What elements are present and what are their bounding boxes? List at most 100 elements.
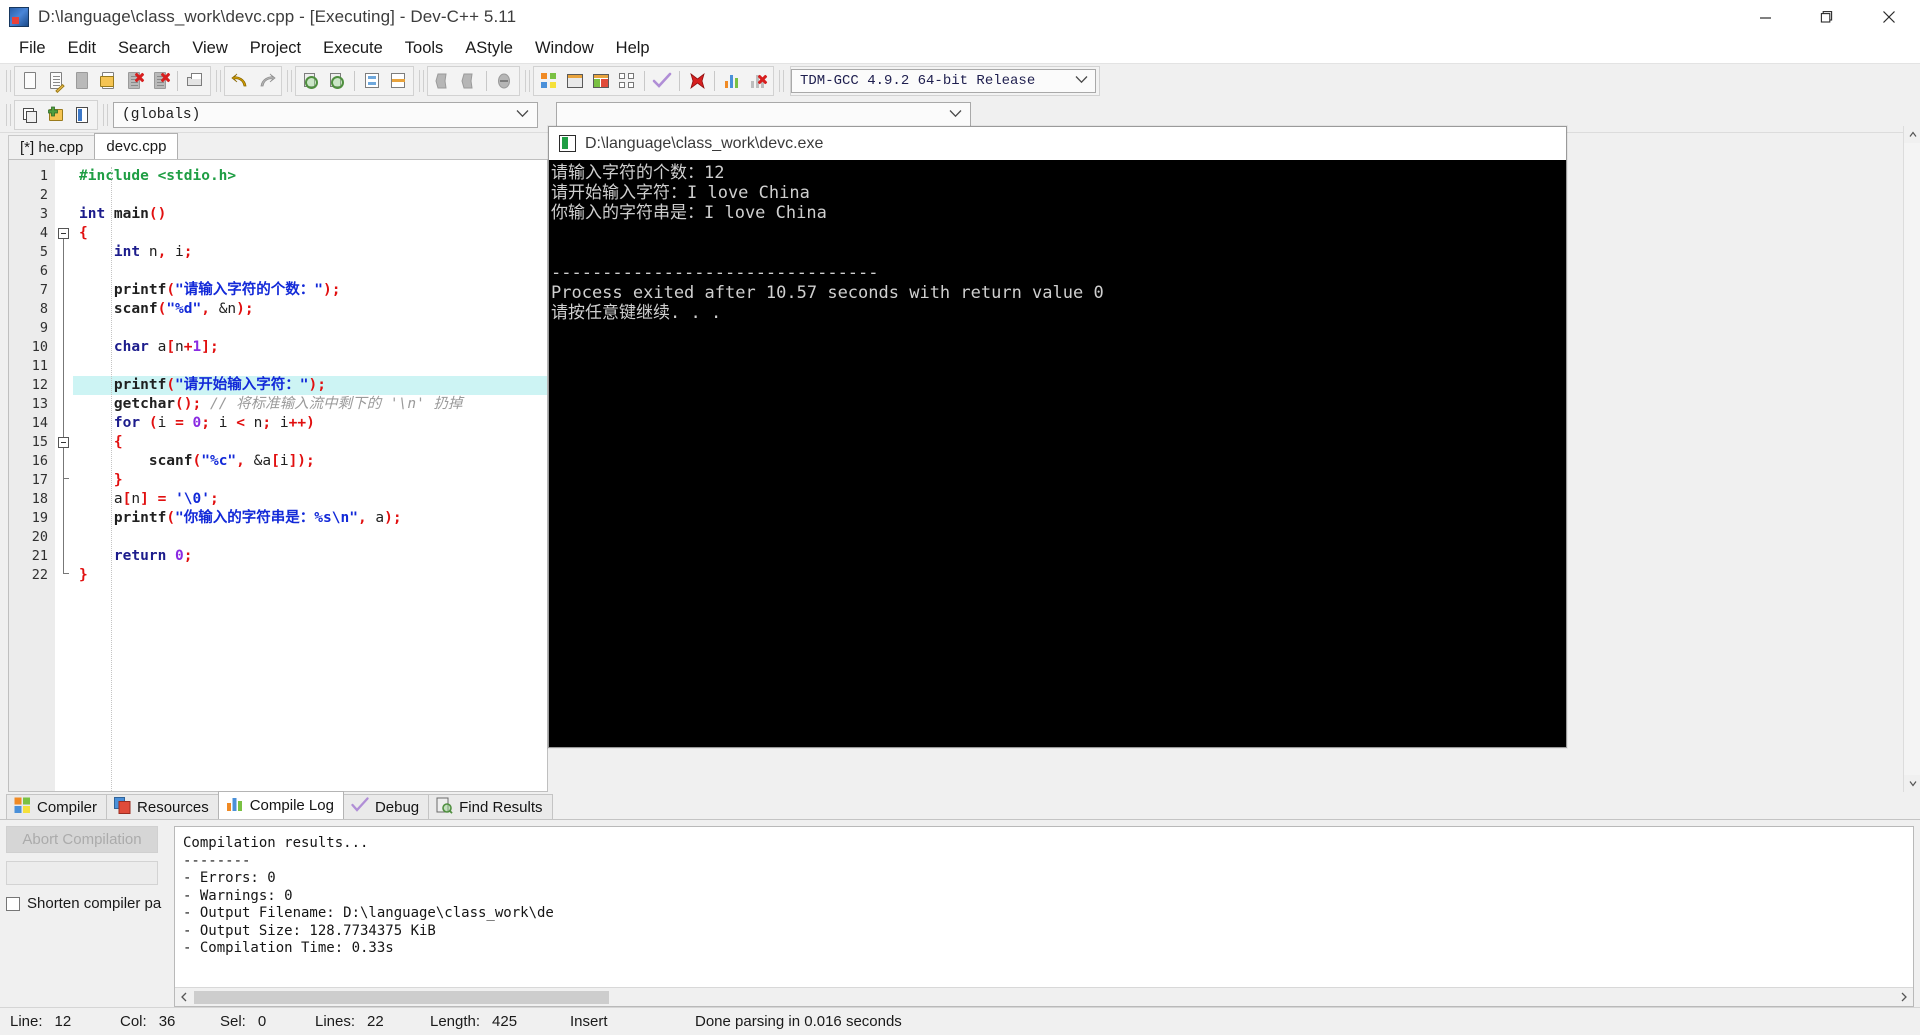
shorten-compiler-paths-row[interactable]: Shorten compiler pa [6, 895, 166, 912]
back-icon[interactable] [430, 68, 456, 94]
menu-item-file[interactable]: File [8, 37, 57, 60]
add-to-project-icon[interactable] [43, 102, 69, 128]
status-insert-mode[interactable]: Insert [560, 1013, 685, 1030]
code-line[interactable]: int main() [73, 205, 547, 224]
compile-run-icon[interactable] [588, 68, 614, 94]
save-file-icon[interactable] [69, 68, 95, 94]
code-line[interactable]: scanf("%d", &n); [73, 300, 547, 319]
compile-log-output[interactable]: Compilation results... -------- - Errors… [174, 826, 1914, 1007]
syntax-check-icon[interactable] [649, 68, 675, 94]
menu-item-project[interactable]: Project [239, 37, 312, 60]
menu-item-edit[interactable]: Edit [57, 37, 107, 60]
toolbar-grip-6[interactable] [779, 69, 784, 92]
maximize-button[interactable] [1796, 0, 1858, 34]
code-line[interactable]: printf("请开始输入字符："); [73, 376, 547, 395]
code-line[interactable]: char a[n+1]; [73, 338, 547, 357]
code-line[interactable]: { [73, 433, 547, 452]
profile-icon[interactable] [719, 68, 745, 94]
project-manager-icon[interactable] [17, 102, 43, 128]
fold-toggle-icon[interactable] [58, 228, 69, 239]
scroll-down-icon[interactable] [1904, 775, 1920, 792]
forward-icon[interactable] [456, 68, 482, 94]
code-line[interactable]: for (i = 0; i < n; i++) [73, 414, 547, 433]
minimize-button[interactable] [1734, 0, 1796, 34]
code-line[interactable] [73, 319, 547, 338]
tab-resources[interactable]: Resources [106, 794, 219, 819]
find-icon[interactable] [298, 68, 324, 94]
code-line[interactable]: #include <stdio.h> [73, 167, 547, 186]
goto-line-icon[interactable] [359, 68, 385, 94]
code-line[interactable] [73, 357, 547, 376]
scroll-up-icon[interactable] [1904, 126, 1920, 143]
code-line[interactable]: printf("你输入的字符串是：%s\n", a); [73, 509, 547, 528]
tab-compiler[interactable]: Compiler [6, 794, 108, 819]
menu-item-astyle[interactable]: AStyle [454, 37, 524, 60]
rebuild-all-icon[interactable] [614, 68, 640, 94]
shorten-compiler-paths-checkbox[interactable] [6, 896, 20, 911]
stop-execution-icon[interactable] [684, 68, 710, 94]
compile-log-hscrollbar[interactable] [175, 987, 1913, 1006]
menu-item-view[interactable]: View [181, 37, 238, 60]
close-file-icon[interactable] [121, 68, 147, 94]
tab-compile-log[interactable]: Compile Log [217, 791, 344, 819]
undo-icon[interactable] [227, 68, 253, 94]
menu-item-search[interactable]: Search [107, 37, 181, 60]
scroll-right-icon[interactable] [1895, 989, 1913, 1006]
save-as-icon[interactable] [95, 68, 121, 94]
class-browser-icon[interactable] [69, 102, 95, 128]
replace-icon[interactable] [324, 68, 350, 94]
code-line[interactable]: int n, i; [73, 243, 547, 262]
compiler-select[interactable]: TDM-GCC 4.9.2 64-bit Release [791, 68, 1096, 93]
code-text-area[interactable]: #include <stdio.h> int main(){ int n, i;… [73, 160, 547, 791]
run-icon[interactable] [562, 68, 588, 94]
redo-icon[interactable] [253, 68, 279, 94]
tab-debug[interactable]: Debug [342, 794, 430, 819]
toolbar-grip-4[interactable] [419, 69, 424, 92]
close-all-icon[interactable] [147, 68, 173, 94]
abort-compilation-button[interactable]: Abort Compilation [6, 826, 158, 853]
delete-profile-icon[interactable] [745, 68, 771, 94]
editor-tab-he-cpp[interactable]: [*] he.cpp [8, 135, 96, 159]
code-line[interactable]: } [73, 471, 547, 490]
toolbar-grip-3[interactable] [287, 69, 292, 92]
console-window[interactable]: D:\language\class_work\devc.exe 请输入字符的个数… [548, 126, 1567, 748]
line-number: 22 [31, 567, 48, 583]
toolbar-grip-5[interactable] [525, 69, 530, 92]
code-line[interactable] [73, 262, 547, 281]
new-file-icon[interactable] [17, 68, 43, 94]
editor-vscrollbar[interactable] [1903, 126, 1920, 792]
tab-find-results[interactable]: Find Results [428, 794, 553, 819]
editor-tab-devc-cpp[interactable]: devc.cpp [94, 133, 179, 159]
code-line[interactable] [73, 186, 547, 205]
member-select[interactable] [556, 101, 971, 128]
scope-select[interactable]: (globals) [113, 101, 538, 128]
menu-item-help[interactable]: Help [605, 37, 661, 60]
menu-item-execute[interactable]: Execute [312, 37, 394, 60]
code-line[interactable]: return 0; [73, 547, 547, 566]
hscroll-thumb[interactable] [194, 991, 609, 1004]
fold-toggle-icon[interactable] [58, 437, 69, 448]
code-line[interactable]: { [73, 224, 547, 243]
close-button[interactable] [1858, 0, 1920, 34]
insert-icon[interactable] [491, 68, 517, 94]
toolbar2-grip[interactable] [6, 103, 11, 126]
code-line[interactable]: printf("请输入字符的个数："); [73, 281, 547, 300]
menu-item-window[interactable]: Window [524, 37, 605, 60]
code-line[interactable]: getchar(); // 将标准输入流中剩下的 '\n' 扔掉 [73, 395, 547, 414]
compile-icon[interactable] [536, 68, 562, 94]
scroll-left-icon[interactable] [175, 989, 193, 1006]
toolbar-grip-2[interactable] [216, 69, 221, 92]
open-file-icon[interactable] [43, 68, 69, 94]
code-line[interactable]: } [73, 566, 547, 585]
code-line[interactable]: scanf("%c", &a[i]); [73, 452, 547, 471]
print-icon[interactable] [182, 68, 208, 94]
code-folding-column[interactable] [55, 160, 73, 791]
toggle-breakpoint-icon[interactable] [385, 68, 411, 94]
toolbar-separator-2 [354, 70, 355, 91]
toolbar-grip[interactable] [6, 69, 11, 92]
code-editor[interactable]: 1 2 3 4 5 6 7 8 9 10 11 12 13 14 15 16 17 18 19 20 21 22 #inc… [8, 159, 548, 792]
menu-item-tools[interactable]: Tools [394, 37, 455, 60]
code-line[interactable] [73, 528, 547, 547]
code-line[interactable]: a[n] = '\0'; [73, 490, 547, 509]
toolbar2-grip-2[interactable] [103, 103, 108, 126]
